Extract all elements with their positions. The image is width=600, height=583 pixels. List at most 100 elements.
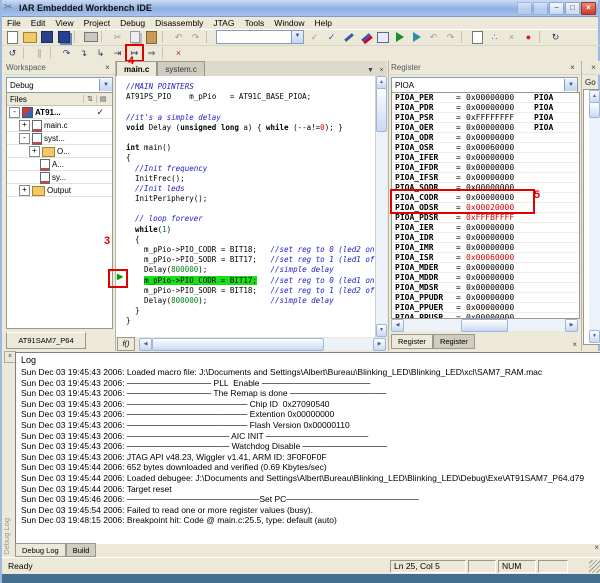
save-button[interactable] (39, 30, 54, 44)
menu-help[interactable]: Help (310, 18, 337, 28)
debug-without-downloading-button[interactable] (409, 30, 424, 44)
print-button[interactable] (83, 30, 98, 44)
register-close-icon[interactable]: × (567, 63, 578, 72)
undo-button[interactable]: ↶ (171, 30, 186, 44)
register-row[interactable]: PIOA_ODR=0x00000000 (392, 133, 579, 143)
register-row[interactable]: PIOA_OER=0x00000000PIOA (392, 123, 579, 133)
paste-button[interactable] (144, 30, 159, 44)
open-file-button[interactable] (22, 30, 37, 44)
function-list-button[interactable]: f() (117, 337, 135, 351)
register-row[interactable]: PIOA_PPUER=0x00000000 (392, 303, 579, 313)
register-row[interactable]: PIOA_PDR=0x00000000PIOA (392, 103, 579, 113)
go-button[interactable]: ⇒ (144, 46, 159, 60)
register-row[interactable]: PIOA_MDDR=0x00000000 (392, 273, 579, 283)
options-dialog-button[interactable] (375, 30, 390, 44)
register-row[interactable]: PIOA_IFDR=0x00000000 (392, 163, 579, 173)
compile-button[interactable] (341, 30, 356, 44)
code-area[interactable]: //MAIN POINTERSAT91PS_PIO m_pPio = AT91C… (116, 76, 376, 337)
redo-button[interactable]: ↷ (188, 30, 203, 44)
register-row[interactable]: PIOA_SODR=0x00000000 (392, 183, 579, 193)
scroll-right-icon[interactable]: ▶ (565, 319, 578, 332)
editor-horizontal-scrollbar[interactable]: ◀ ▶ (139, 338, 386, 350)
titlebar-ghost-button-2[interactable] (533, 2, 548, 15)
log-tabs-close-icon[interactable]: × (594, 543, 599, 552)
register-row[interactable]: PIOA_CODR=0x00000000 (392, 193, 579, 203)
log-content[interactable]: Log Sun Dec 03 19:45:43 2006: Loaded mac… (15, 352, 600, 544)
sliver-vertical-scrollbar[interactable]: ▲ ▼ (589, 90, 600, 343)
register-row[interactable]: PIOA_OSR=0x00060000 (392, 143, 579, 153)
save-all-button[interactable] (56, 30, 71, 44)
chevron-down-icon[interactable]: ▼ (291, 31, 303, 43)
editor-close-icon[interactable]: × (376, 65, 387, 76)
scroll-left-icon[interactable]: ◀ (139, 338, 152, 351)
register-row[interactable]: PIOA_IDR=0x00000000 (392, 233, 579, 243)
register-tab-1[interactable]: Register (391, 334, 433, 349)
menu-view[interactable]: View (50, 18, 78, 28)
files-sort-icon[interactable]: ⇅ (83, 95, 96, 103)
register-horizontal-scrollbar[interactable]: ◀ ▶ (391, 319, 578, 331)
register-row[interactable]: PIOA_IFER=0x00000000 (392, 153, 579, 163)
tab-build[interactable]: Build (66, 543, 97, 557)
tree-item-output[interactable]: +Output (7, 184, 112, 197)
tree-item-a[interactable]: A... (7, 158, 112, 171)
scroll-left-icon[interactable]: ◀ (391, 319, 404, 332)
menu-disassembly[interactable]: Disassembly (150, 18, 208, 28)
register-tab-2[interactable]: Register (433, 334, 475, 349)
menu-tools[interactable]: Tools (239, 18, 269, 28)
close-button[interactable]: × (581, 2, 596, 15)
next-statement-button[interactable]: ⇥ (110, 46, 125, 60)
tab-debug-log[interactable]: Debug Log (15, 543, 66, 557)
register-row[interactable]: PIOA_ISR=0x00060000 (392, 253, 579, 263)
cut-button[interactable]: ✂ (110, 30, 125, 44)
step-out-button[interactable]: ↳ (93, 46, 108, 60)
scroll-down-icon[interactable]: ▼ (376, 324, 387, 337)
scroll-down-icon[interactable]: ▼ (589, 330, 600, 343)
register-row[interactable]: PIOA_MDER=0x00000000 (392, 263, 579, 273)
horizontal-scroll-thumb[interactable] (461, 319, 508, 332)
vertical-scroll-thumb[interactable] (589, 102, 600, 118)
chevron-down-icon[interactable]: ▼ (564, 79, 577, 91)
register-row[interactable]: PIOA_IER=0x00000000 (392, 223, 579, 233)
scroll-right-icon[interactable]: ▶ (373, 338, 386, 351)
menu-jtag[interactable]: JTAG (208, 18, 239, 28)
step-into-button[interactable]: ↴ (76, 46, 91, 60)
menu-window[interactable]: Window (269, 18, 309, 28)
titlebar-ghost-button-1[interactable] (517, 2, 532, 15)
workspace-close-icon[interactable]: × (102, 63, 113, 72)
find-previous-button[interactable]: ✓ (307, 30, 322, 44)
navigate-forward-button[interactable]: ↷ (443, 30, 458, 44)
tree-item-at91[interactable]: -AT91...✓ (7, 106, 112, 119)
build-messages-button[interactable] (470, 30, 485, 44)
register-row[interactable]: PIOA_PSR=0xFFFFFFFFPIOA (392, 113, 579, 123)
tree-item-sy[interactable]: sy... (7, 171, 112, 184)
sliver-close-icon[interactable]: × (588, 63, 599, 72)
tree-expander-icon[interactable]: - (9, 107, 20, 118)
files-columns-icon[interactable]: ▤ (96, 95, 109, 103)
new-file-button[interactable] (5, 30, 20, 44)
menu-debug[interactable]: Debug (115, 18, 150, 28)
maximize-button[interactable]: □ (565, 2, 580, 15)
register-row[interactable]: PIOA_IMR=0x00000000 (392, 243, 579, 253)
tree-expander-icon[interactable]: + (19, 185, 30, 196)
tree-item-mainc[interactable]: +main.c (7, 119, 112, 132)
navigate-back-button[interactable]: ↶ (426, 30, 441, 44)
register-row[interactable]: PIOA_PER=0x00000000PIOA (392, 93, 579, 103)
vertical-scroll-thumb[interactable] (376, 88, 387, 132)
tab-system-c[interactable]: system.c (157, 61, 205, 76)
menu-project[interactable]: Project (79, 18, 115, 28)
reload-button[interactable]: ↻ (548, 30, 563, 44)
register-tabs-close-icon[interactable]: × (572, 340, 577, 349)
tab-main-c[interactable]: main.c (116, 61, 157, 76)
register-row[interactable]: PIOA_IFSR=0x00000000 (392, 173, 579, 183)
horizontal-scroll-thumb[interactable] (152, 338, 324, 351)
download-and-debug-button[interactable] (392, 30, 407, 44)
make-button[interactable] (358, 30, 373, 44)
minimize-button[interactable]: − (549, 2, 564, 15)
debug-config-select[interactable]: Debug ▼ (6, 77, 113, 93)
resize-grip[interactable] (589, 560, 600, 573)
find-text-combo[interactable]: ▼ (216, 30, 304, 44)
register-group-select[interactable]: PIOA ▼ (391, 77, 578, 93)
find-next-button[interactable]: ✓ (324, 30, 339, 44)
tab-scroll-icon[interactable]: ▼ (365, 65, 376, 76)
step-over-button[interactable]: ↷ (59, 46, 74, 60)
